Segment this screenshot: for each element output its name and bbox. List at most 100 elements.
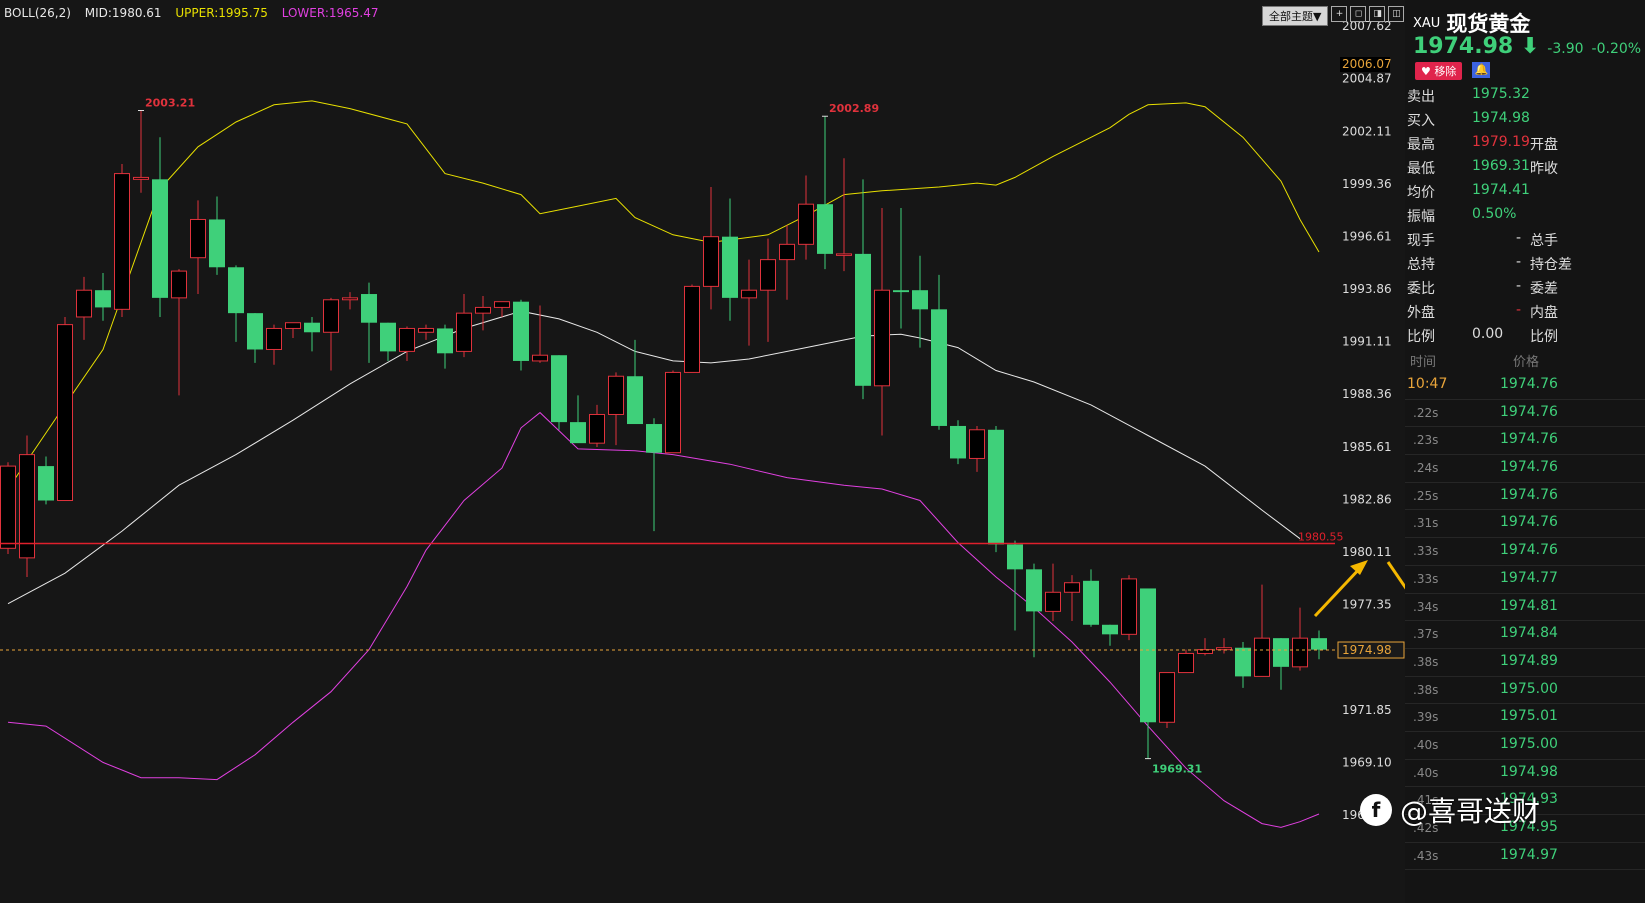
candle-body[interactable] bbox=[1140, 588, 1156, 723]
split-button[interactable]: ◨ bbox=[1369, 6, 1386, 22]
candle-body[interactable] bbox=[190, 218, 206, 259]
tick-row[interactable]: .40s 1974.98 bbox=[1405, 760, 1645, 788]
candle-body[interactable] bbox=[171, 270, 187, 299]
candle-body[interactable] bbox=[399, 327, 415, 352]
candle-body[interactable] bbox=[323, 299, 339, 333]
crosshair-button[interactable]: + bbox=[1331, 6, 1348, 22]
candle-body[interactable] bbox=[1159, 672, 1175, 723]
candle-body[interactable] bbox=[114, 173, 130, 310]
tick-row[interactable]: .38s 1975.00 bbox=[1405, 677, 1645, 705]
remove-watchlist-button[interactable]: ♥ 移除 bbox=[1415, 62, 1463, 80]
candle-body[interactable] bbox=[209, 219, 225, 268]
candle-body[interactable] bbox=[1311, 638, 1327, 650]
tick-row[interactable]: .39s 1975.01 bbox=[1405, 704, 1645, 732]
candle-body[interactable] bbox=[133, 176, 149, 180]
chart-area[interactable]: 2007.62 2004.87 2002.11 1999.36 1996.61 1993.… bbox=[0, 0, 1405, 903]
candle-body[interactable] bbox=[684, 285, 700, 373]
candle-body[interactable] bbox=[38, 466, 54, 501]
candle-body[interactable] bbox=[1026, 569, 1042, 612]
candle-body[interactable] bbox=[912, 290, 928, 310]
candle-body[interactable] bbox=[361, 294, 377, 323]
tick-row[interactable]: .40s 1975.00 bbox=[1405, 732, 1645, 760]
candle-body[interactable] bbox=[627, 376, 643, 425]
candle-body[interactable] bbox=[532, 354, 548, 362]
candle-body[interactable] bbox=[475, 306, 491, 314]
maximize-button[interactable]: ◫ bbox=[1388, 6, 1405, 22]
candle-body[interactable] bbox=[1083, 580, 1099, 625]
candle-body[interactable] bbox=[874, 289, 890, 387]
candle-body[interactable] bbox=[855, 253, 871, 386]
tick-row[interactable]: 10:47 1974.76 bbox=[1405, 372, 1645, 400]
candle-body[interactable] bbox=[342, 297, 358, 301]
candle-body[interactable] bbox=[703, 236, 719, 287]
tick-row[interactable]: .38s 1974.89 bbox=[1405, 649, 1645, 677]
candle-body[interactable] bbox=[266, 327, 282, 350]
tick-row[interactable]: .37s 1974.84 bbox=[1405, 621, 1645, 649]
candle-body[interactable] bbox=[95, 290, 111, 308]
alert-bell-icon[interactable]: 🔔 bbox=[1472, 62, 1491, 78]
candle-body[interactable] bbox=[152, 179, 168, 298]
candle-body[interactable] bbox=[950, 425, 966, 459]
tick-row[interactable]: .25s 1974.76 bbox=[1405, 483, 1645, 511]
candle-body[interactable] bbox=[1216, 647, 1232, 651]
candle-body[interactable] bbox=[741, 289, 757, 299]
y-axis-tick-label: 1982.86 bbox=[1342, 492, 1392, 506]
candle-body[interactable] bbox=[19, 454, 35, 559]
quote-label: 买入 bbox=[1407, 113, 1435, 129]
low-annotation: 1969.31 bbox=[1152, 763, 1202, 776]
candle-body[interactable] bbox=[1197, 649, 1213, 654]
minimize-button[interactable]: ◻ bbox=[1350, 6, 1367, 22]
candle-body[interactable] bbox=[1178, 652, 1194, 674]
candle-body[interactable] bbox=[608, 375, 624, 415]
y-axis-tick-label: 1985.61 bbox=[1342, 440, 1392, 454]
tick-row[interactable]: .31s 1974.76 bbox=[1405, 510, 1645, 539]
candle-body[interactable] bbox=[1007, 544, 1023, 570]
candle-body[interactable] bbox=[893, 290, 909, 293]
candle-body[interactable] bbox=[304, 322, 320, 333]
candle-body[interactable] bbox=[418, 327, 434, 333]
candle-body[interactable] bbox=[931, 309, 947, 426]
candle-body[interactable] bbox=[437, 328, 453, 354]
candle-body[interactable] bbox=[988, 429, 1004, 545]
tick-row[interactable]: .33s 1974.76 bbox=[1405, 538, 1645, 566]
tick-row[interactable]: .43s 1974.97 bbox=[1405, 843, 1645, 871]
candle-body[interactable] bbox=[285, 322, 301, 329]
candle-body[interactable] bbox=[722, 236, 738, 298]
candle-body[interactable] bbox=[494, 301, 510, 308]
candle-body[interactable] bbox=[589, 413, 605, 444]
candle-body[interactable] bbox=[380, 322, 396, 352]
candle-body[interactable] bbox=[1292, 637, 1308, 668]
tick-row[interactable]: .33s 1974.77 bbox=[1405, 566, 1645, 594]
candle-body[interactable] bbox=[1235, 647, 1251, 677]
tick-row[interactable]: .24s 1974.76 bbox=[1405, 455, 1645, 483]
candle-body[interactable] bbox=[1273, 638, 1289, 667]
candle-body[interactable] bbox=[779, 243, 795, 261]
candle-body[interactable] bbox=[513, 301, 529, 361]
candle-body[interactable] bbox=[665, 371, 681, 454]
candle-body[interactable] bbox=[228, 267, 244, 314]
candlestick-chart[interactable]: 2007.622004.872002.111999.361996.611993.… bbox=[0, 0, 1405, 903]
candle-body[interactable] bbox=[1121, 578, 1137, 635]
candle-body[interactable] bbox=[57, 324, 73, 502]
candle-body[interactable] bbox=[456, 312, 472, 352]
tick-row[interactable]: .34s 1974.81 bbox=[1405, 594, 1645, 622]
candle-body[interactable] bbox=[76, 289, 92, 318]
theme-dropdown-button[interactable]: 全部主题▼ bbox=[1262, 6, 1329, 26]
tick-row[interactable]: .22s 1974.76 bbox=[1405, 400, 1645, 428]
candle-body[interactable] bbox=[551, 355, 567, 423]
candle-body[interactable] bbox=[1064, 582, 1080, 593]
tick-price: 1975.01 bbox=[1500, 708, 1558, 725]
tick-row[interactable]: .23s 1974.76 bbox=[1405, 427, 1645, 456]
candle-body[interactable] bbox=[1102, 624, 1118, 635]
candle-body[interactable] bbox=[646, 424, 662, 453]
candle-body[interactable] bbox=[836, 253, 852, 256]
candle-body[interactable] bbox=[0, 465, 16, 549]
candle-body[interactable] bbox=[817, 204, 833, 254]
candle-body[interactable] bbox=[247, 313, 263, 350]
candle-body[interactable] bbox=[760, 259, 776, 291]
candle-body[interactable] bbox=[1254, 637, 1270, 677]
candle-body[interactable] bbox=[570, 422, 586, 444]
candle-body[interactable] bbox=[1045, 591, 1061, 612]
candle-body[interactable] bbox=[969, 429, 985, 459]
candle-body[interactable] bbox=[798, 203, 814, 245]
